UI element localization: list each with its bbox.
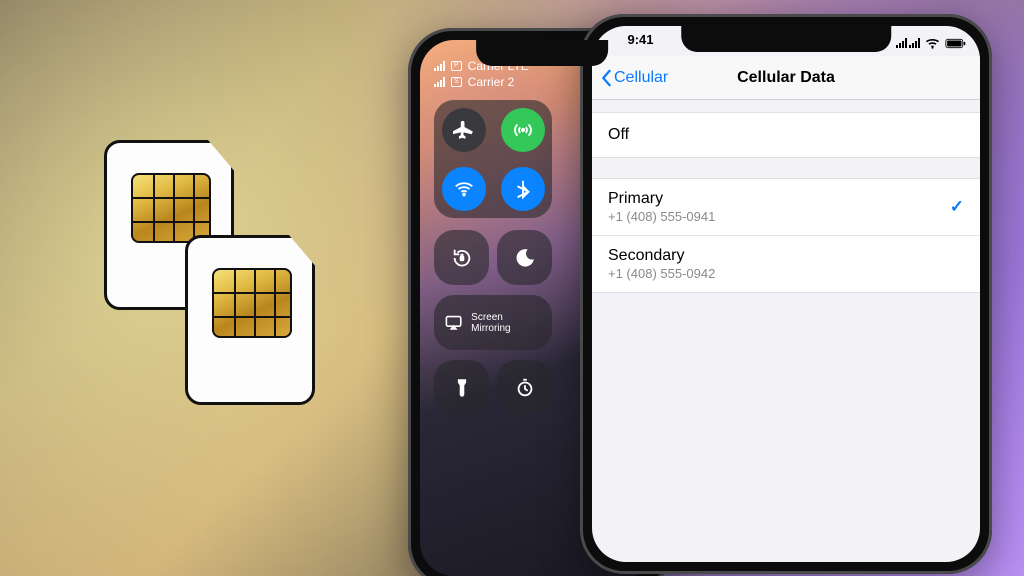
phone-settings: 9:41 Cellular Cellular Data — [580, 14, 992, 574]
signal-bars-icon — [434, 61, 445, 71]
navigation-bar: Cellular Cellular Data — [592, 56, 980, 100]
cellular-data-toggle[interactable] — [501, 108, 545, 152]
bluetooth-icon — [512, 178, 534, 200]
timer-button[interactable] — [497, 360, 552, 415]
timer-icon — [514, 377, 536, 399]
wifi-toggle[interactable] — [442, 167, 486, 211]
battery-icon — [945, 38, 967, 49]
notch — [681, 26, 891, 52]
airplay-icon — [444, 313, 463, 333]
lines-group: Primary +1 (408) 555-0941 ✓ Secondary +1… — [592, 178, 980, 293]
orientation-lock-toggle[interactable] — [434, 230, 489, 285]
antenna-icon — [512, 119, 534, 141]
notch — [476, 40, 608, 66]
screen-mirroring-label: Screen Mirroring — [471, 312, 542, 334]
chevron-left-icon — [600, 69, 612, 87]
wifi-icon — [925, 38, 940, 49]
cell-secondary-label: Secondary — [608, 247, 964, 265]
off-group: Off — [592, 112, 980, 158]
cell-primary[interactable]: Primary +1 (408) 555-0941 ✓ — [592, 179, 980, 235]
screen-mirroring-button[interactable]: Screen Mirroring — [434, 295, 552, 350]
back-button[interactable]: Cellular — [592, 69, 668, 87]
carrier-2-label: Carrier 2 — [468, 74, 515, 90]
connectivity-group — [434, 100, 552, 218]
back-label: Cellular — [614, 69, 668, 87]
cell-primary-label: Primary — [608, 190, 964, 208]
cell-off[interactable]: Off — [592, 113, 980, 157]
hero-background: P Carrier LTE S Carrier 2 — [0, 0, 1024, 576]
flashlight-icon — [451, 377, 473, 399]
wifi-icon — [453, 178, 475, 200]
bluetooth-toggle[interactable] — [501, 167, 545, 211]
signal-bars-icon — [434, 77, 445, 87]
lock-rotation-icon — [451, 247, 473, 269]
sim-badge-secondary: S — [451, 77, 462, 87]
do-not-disturb-toggle[interactable] — [497, 230, 552, 285]
airplane-icon — [453, 119, 475, 141]
moon-icon — [514, 247, 536, 269]
sim-card-2 — [185, 235, 315, 405]
checkmark-icon: ✓ — [950, 197, 964, 217]
airplane-mode-toggle[interactable] — [442, 108, 486, 152]
cell-primary-number: +1 (408) 555-0941 — [608, 209, 964, 224]
cell-secondary-number: +1 (408) 555-0942 — [608, 266, 964, 281]
dual-signal-icon — [896, 38, 920, 48]
cell-off-label: Off — [608, 126, 964, 144]
flashlight-toggle[interactable] — [434, 360, 489, 415]
sim-badge-primary: P — [451, 61, 462, 71]
cell-secondary[interactable]: Secondary +1 (408) 555-0942 — [592, 235, 980, 292]
